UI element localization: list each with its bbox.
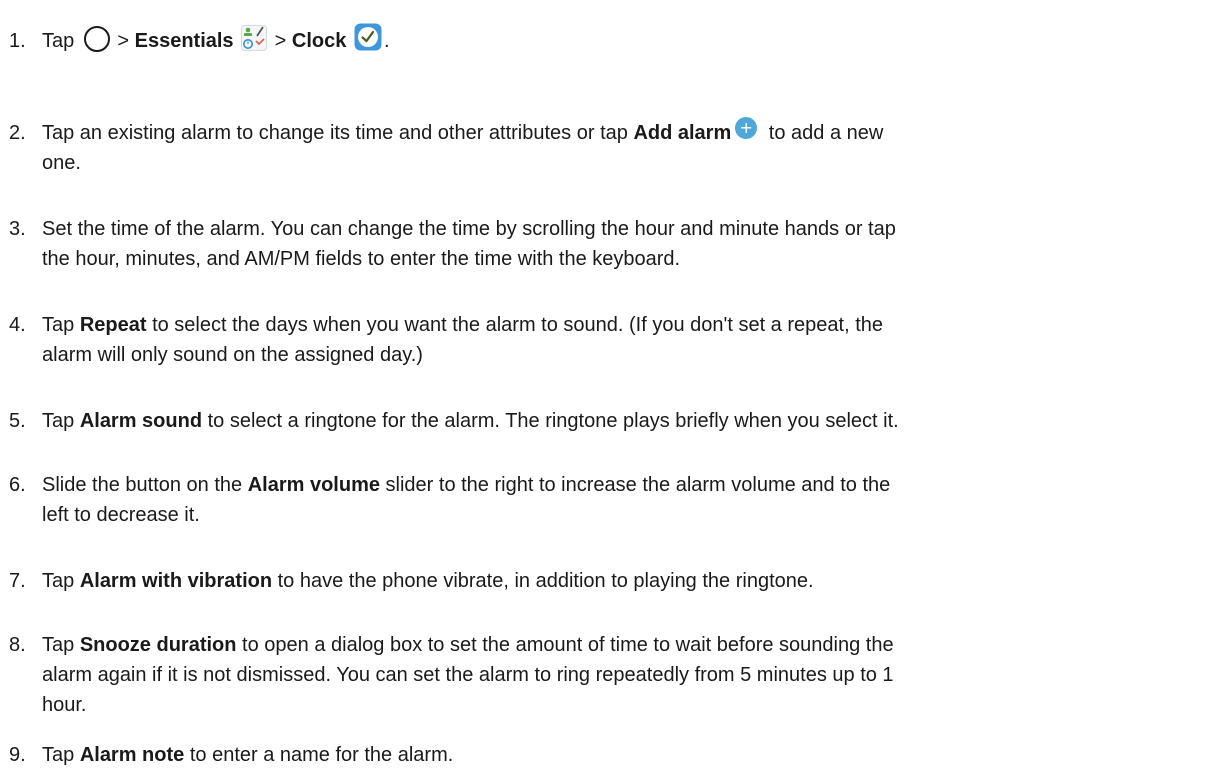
step-text-segment: Tap (42, 30, 80, 52)
step-number: 1. (9, 30, 26, 52)
home-circle-icon (83, 25, 110, 52)
step-text-segment: the hour, minutes, and AM/PM fields to e… (42, 248, 681, 270)
step-number: 3. (9, 218, 26, 240)
step-text-segment: Tap an existing alarm to change its time… (42, 122, 634, 144)
alarm-note-label: Alarm note (79, 744, 185, 766)
step-text-segment: Tap (42, 634, 80, 656)
step-text: Tap Repeat to select the days when you w… (42, 310, 1195, 370)
list-item: 4. Tap Repeat to select the days when yo… (0, 310, 1195, 370)
separator: > (111, 30, 135, 52)
list-item: 2. Tap an existing alarm to change its t… (0, 116, 1195, 178)
step-text-segment: Tap (42, 410, 80, 432)
clock-label: Clock (291, 30, 347, 52)
alarm-vibration-label: Alarm with vibration (79, 570, 273, 592)
step-text: Tap Snooze duration to open a dialog box… (42, 630, 1195, 720)
step-number: 2. (9, 122, 26, 144)
separator: > (269, 30, 292, 52)
list-item: 8. Tap Snooze duration to open a dialog … (0, 630, 1195, 720)
alarm-sound-label: Alarm sound (79, 410, 203, 432)
step-text-segment: Tap (42, 744, 80, 766)
step-text-segment: Tap (42, 314, 80, 336)
step-text: Set the time of the alarm. You can chang… (42, 214, 1195, 274)
step-text-segment: to open a dialog box to set the amount o… (236, 634, 894, 656)
step-number: 8. (9, 634, 26, 656)
list-item: 3. Set the time of the alarm. You can ch… (0, 214, 1195, 274)
step-text-segment: slider to the right to increase the alar… (379, 474, 891, 496)
list-item: 1. Tap > Essentials > Clock . (0, 23, 1195, 56)
step-text-segment: to select the days when you want the ala… (146, 314, 883, 336)
step-text-segment: to add a new (763, 122, 884, 144)
clock-app-icon (354, 23, 382, 51)
step-number: 4. (9, 314, 26, 336)
add-alarm-label: Add alarm (633, 122, 732, 144)
step-text-segment: left to decrease it. (42, 504, 200, 526)
step-text: Tap Alarm with vibration to have the pho… (42, 566, 1195, 596)
step-text: Slide the button on the Alarm volume sli… (42, 470, 1195, 530)
step-number: 5. (9, 410, 26, 432)
step-text: Tap an existing alarm to change its time… (42, 116, 1195, 178)
list-item: 5. Tap Alarm sound to select a ringtone … (0, 406, 1195, 436)
step-text: Tap Alarm sound to select a ringtone for… (42, 406, 1195, 436)
step-text: Tap > Essentials > Clock . (42, 23, 1195, 56)
list-item: 6. Slide the button on the Alarm volume … (0, 470, 1195, 530)
step-text-segment: Slide the button on the (42, 474, 248, 496)
snooze-duration-label: Snooze duration (79, 634, 237, 656)
list-item: 7. Tap Alarm with vibration to have the … (0, 566, 1195, 596)
step-text: Tap Alarm note to enter a name for the a… (42, 740, 1195, 770)
step-number: 7. (9, 570, 26, 592)
step-text-segment: to enter a name for the alarm. (184, 744, 454, 766)
step-text-segment: to select a ringtone for the alarm. The … (202, 410, 899, 432)
step-text-segment: Set the time of the alarm. You can chang… (42, 218, 896, 240)
step-number: 6. (9, 474, 26, 496)
add-plus-icon: + (735, 116, 758, 139)
list-item: 9. Tap Alarm note to enter a name for th… (0, 740, 1195, 770)
step-text-segment: . (383, 30, 390, 52)
essentials-label: Essentials (134, 30, 234, 52)
step-text-segment: alarm will only sound on the assigned da… (42, 344, 423, 366)
essentials-folder-icon (241, 24, 268, 51)
step-text-segment: hour. (42, 694, 87, 716)
alarm-volume-label: Alarm volume (247, 474, 380, 496)
repeat-label: Repeat (79, 314, 147, 336)
step-text-segment: to have the phone vibrate, in addition t… (272, 570, 814, 592)
step-text-segment: one. (42, 152, 81, 174)
step-number: 9. (9, 744, 26, 766)
step-text-segment: alarm again if it is not dismissed. You … (42, 664, 894, 686)
step-text-segment: Tap (42, 570, 80, 592)
